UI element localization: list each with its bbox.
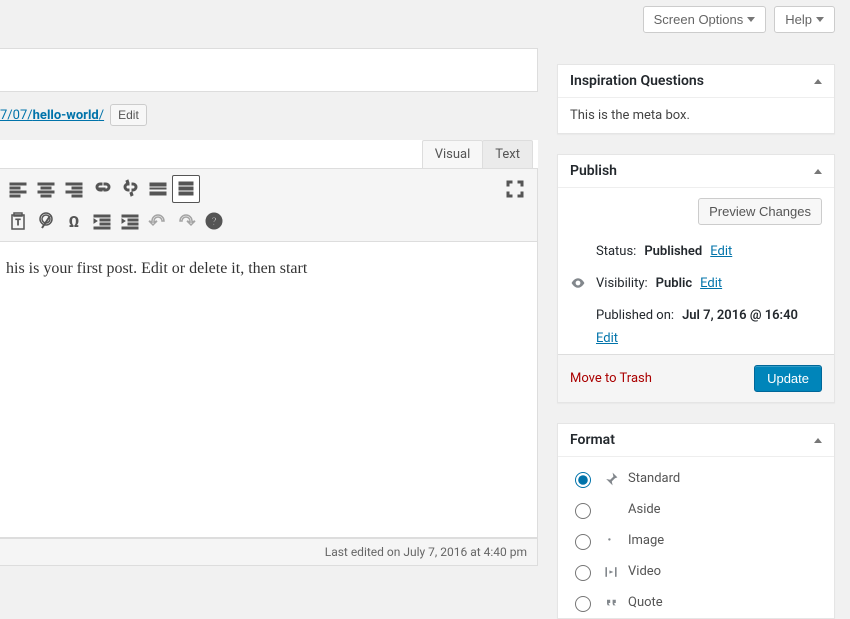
metabox-inspiration: Inspiration Questions This is the meta b… bbox=[557, 64, 835, 134]
clear-formatting-icon[interactable] bbox=[32, 207, 60, 235]
image-icon bbox=[602, 532, 620, 550]
svg-text:?: ? bbox=[211, 215, 217, 228]
visibility-value: Public bbox=[656, 276, 692, 291]
move-to-trash-link[interactable]: Move to Trash bbox=[570, 371, 652, 386]
unlink-icon[interactable] bbox=[116, 175, 144, 203]
link-icon[interactable] bbox=[88, 175, 116, 203]
preview-changes-button[interactable]: Preview Changes bbox=[698, 198, 822, 225]
screen-options-button[interactable]: Screen Options bbox=[643, 6, 767, 33]
tab-text[interactable]: Text bbox=[482, 140, 533, 168]
format-radio-quote[interactable] bbox=[575, 596, 591, 612]
align-center-icon[interactable] bbox=[32, 175, 60, 203]
format-label-standard: Standard bbox=[628, 471, 680, 486]
format-label-aside: Aside bbox=[628, 502, 661, 517]
align-left-icon[interactable] bbox=[4, 175, 32, 203]
editor-toolbar: T Ω ? bbox=[0, 168, 538, 242]
permalink-row: 7/07/ hello-world / Edit bbox=[0, 100, 538, 140]
visibility-label: Visibility: bbox=[596, 276, 648, 291]
special-char-icon[interactable]: Ω bbox=[60, 207, 88, 235]
published-on-value: Jul 7, 2016 @ 16:40 bbox=[682, 308, 798, 323]
paste-text-icon[interactable]: T bbox=[4, 207, 32, 235]
redo-icon[interactable] bbox=[172, 207, 200, 235]
metabox-publish: Publish Preview Changes Status: Publishe… bbox=[557, 154, 835, 403]
format-option-image[interactable]: Image bbox=[570, 525, 822, 556]
key-icon bbox=[570, 243, 588, 259]
format-option-aside[interactable]: Aside bbox=[570, 494, 822, 525]
metabox-format-title: Format bbox=[570, 432, 615, 448]
format-option-standard[interactable]: Standard bbox=[570, 463, 822, 494]
chevron-down-icon bbox=[816, 17, 824, 22]
format-option-quote[interactable]: Quote bbox=[570, 587, 822, 618]
metabox-inspiration-title: Inspiration Questions bbox=[570, 73, 704, 89]
insert-more-icon[interactable] bbox=[144, 175, 172, 203]
last-edited-text: Last edited on July 7, 2016 at 4:40 pm bbox=[325, 545, 527, 559]
aside-icon bbox=[602, 501, 620, 519]
align-right-icon[interactable] bbox=[60, 175, 88, 203]
chevron-down-icon bbox=[747, 17, 755, 22]
post-content-text: his is your first post. Edit or delete i… bbox=[6, 260, 307, 277]
update-button[interactable]: Update bbox=[754, 365, 822, 392]
permalink-slug[interactable]: hello-world bbox=[33, 108, 99, 123]
status-edit-link[interactable]: Edit bbox=[710, 244, 732, 259]
pin-icon bbox=[602, 470, 620, 488]
help-icon[interactable]: ? bbox=[200, 207, 228, 235]
indent-icon[interactable] bbox=[116, 207, 144, 235]
format-option-video[interactable]: Video bbox=[570, 556, 822, 587]
help-label: Help bbox=[785, 12, 812, 27]
status-label: Status: bbox=[596, 244, 636, 259]
format-radio-standard[interactable] bbox=[575, 472, 591, 488]
metabox-publish-title: Publish bbox=[570, 163, 617, 179]
editor-wrap: Visual Text T Ω ? bbox=[0, 140, 538, 566]
editor-footer: Last edited on July 7, 2016 at 4:40 pm bbox=[0, 538, 538, 566]
tab-visual[interactable]: Visual bbox=[422, 140, 484, 168]
metabox-format: Format Standard Aside Image Vi bbox=[557, 423, 835, 619]
collapse-toggle-icon[interactable] bbox=[814, 438, 822, 443]
video-icon bbox=[602, 563, 620, 581]
format-label-quote: Quote bbox=[628, 595, 663, 610]
help-button[interactable]: Help bbox=[774, 6, 835, 33]
quote-icon bbox=[602, 594, 620, 612]
toolbar-toggle-icon[interactable] bbox=[172, 175, 200, 203]
undo-icon[interactable] bbox=[144, 207, 172, 235]
metabox-inspiration-body: This is the meta box. bbox=[570, 108, 690, 123]
permalink-trail[interactable]: / bbox=[99, 108, 104, 123]
format-label-image: Image bbox=[628, 533, 664, 548]
format-label-video: Video bbox=[628, 564, 661, 579]
post-content-editor[interactable]: his is your first post. Edit or delete i… bbox=[0, 242, 538, 538]
format-radio-image[interactable] bbox=[575, 534, 591, 550]
screen-options-label: Screen Options bbox=[654, 12, 744, 27]
visibility-icon bbox=[570, 275, 588, 291]
fullscreen-icon[interactable] bbox=[501, 175, 529, 203]
visibility-edit-link[interactable]: Edit bbox=[700, 276, 722, 291]
post-title-input[interactable] bbox=[0, 48, 538, 92]
collapse-toggle-icon[interactable] bbox=[814, 79, 822, 84]
format-radio-video[interactable] bbox=[575, 565, 591, 581]
outdent-icon[interactable] bbox=[88, 207, 116, 235]
svg-text:T: T bbox=[16, 218, 21, 227]
collapse-toggle-icon[interactable] bbox=[814, 169, 822, 174]
date-edit-link[interactable]: Edit bbox=[596, 331, 618, 346]
permalink-path[interactable]: 7/07/ bbox=[0, 108, 33, 123]
permalink-edit-button[interactable]: Edit bbox=[110, 104, 147, 126]
calendar-icon bbox=[570, 307, 588, 323]
format-radio-aside[interactable] bbox=[575, 503, 591, 519]
published-on-label: Published on: bbox=[596, 308, 674, 323]
status-value: Published bbox=[644, 244, 702, 259]
